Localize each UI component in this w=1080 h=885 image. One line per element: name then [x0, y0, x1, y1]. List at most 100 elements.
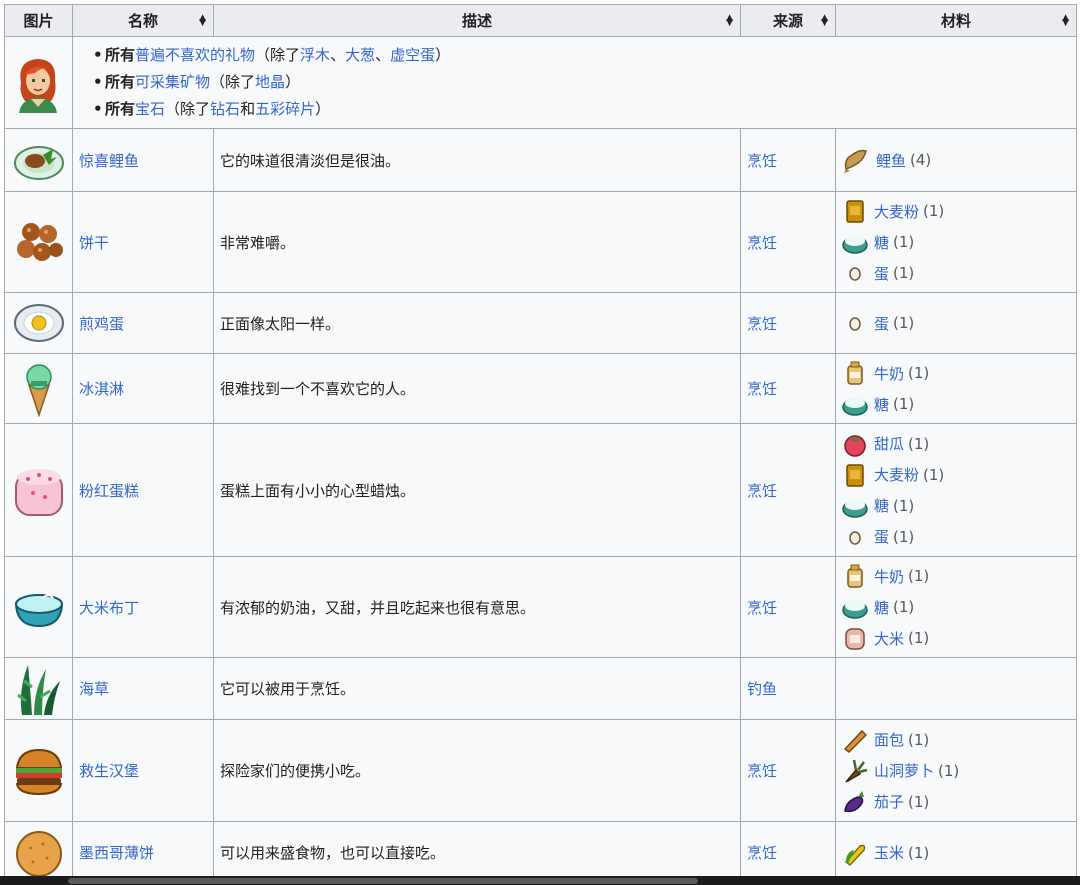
fried-egg-icon — [13, 304, 64, 342]
item-name-link[interactable]: 墨西哥薄饼 — [79, 844, 154, 862]
source-cell: 烹饪 — [740, 292, 836, 354]
ingredient-link[interactable]: 蛋 — [874, 263, 889, 284]
ingredient-item: 糖 (1) — [842, 592, 1070, 623]
item-name-link[interactable]: 粉红蛋糕 — [79, 482, 139, 500]
item-name-link[interactable]: 饼干 — [79, 234, 109, 252]
ingredient-item: 面包 (1) — [842, 724, 1070, 755]
ingredient-item: 鲤鱼 (4) — [842, 145, 1070, 176]
item-image-cell — [4, 292, 73, 354]
ingredient-count: (1) — [908, 792, 930, 811]
ingredient-link[interactable]: 牛奶 — [874, 363, 904, 384]
item-image-cell — [4, 821, 73, 884]
ingredients-cell: 鲤鱼 (4) — [835, 128, 1077, 192]
ingredient-item: 玉米 (1) — [842, 837, 1070, 868]
scrollbar-thumb[interactable] — [68, 878, 698, 884]
ingredient-count: (1) — [908, 730, 930, 749]
item-link[interactable]: 钻石 — [210, 100, 240, 118]
item-link[interactable]: 地晶 — [255, 73, 285, 91]
ingredient-link[interactable]: 牛奶 — [874, 566, 904, 587]
ingredient-link[interactable]: 糖 — [874, 394, 889, 415]
item-name-link[interactable]: 海草 — [79, 680, 109, 698]
header-ingredients[interactable]: 材料 ▲ ▼ — [835, 4, 1077, 37]
ingredients-cell: 大麦粉 (1) 糖 (1) 蛋 (1) — [835, 191, 1077, 293]
header-name[interactable]: 名称 ▲ ▼ — [72, 4, 214, 37]
ingredient-link[interactable]: 大麦粉 — [874, 201, 919, 222]
ingredient-link[interactable]: 甜瓜 — [874, 433, 904, 454]
item-name-link[interactable]: 救生汉堡 — [79, 762, 139, 780]
ingredient-link[interactable]: 蛋 — [874, 526, 889, 547]
source-cell: 烹饪 — [740, 556, 836, 658]
prefix-text: 所有 — [105, 46, 136, 64]
ingredient-link[interactable]: 糖 — [874, 232, 889, 253]
source-link[interactable]: 烹饪 — [747, 844, 777, 862]
description-text: 它的味道很清淡但是很油。 — [220, 151, 401, 170]
paren-text: ） — [285, 73, 301, 91]
source-cell: 烹饪 — [740, 353, 836, 424]
source-link[interactable]: 烹饪 — [747, 234, 777, 252]
source-link[interactable]: 钓鱼 — [747, 680, 777, 698]
ingredient-link[interactable]: 蛋 — [874, 313, 889, 334]
villager-portrait-icon — [19, 58, 57, 113]
sort-icon[interactable]: ▲ ▼ — [726, 13, 733, 27]
category-link[interactable]: 普遍不喜欢的礼物 — [135, 46, 255, 64]
item-name-link[interactable]: 大米布丁 — [79, 599, 139, 617]
ingredient-link[interactable]: 茄子 — [874, 791, 904, 812]
item-link[interactable]: 浮木 — [300, 46, 330, 64]
item-name-link[interactable]: 惊喜鲤鱼 — [79, 152, 139, 170]
ingredient-link[interactable]: 玉米 — [874, 842, 904, 863]
description-cell: 它的味道很清淡但是很油。 — [213, 128, 741, 192]
source-link[interactable]: 烹饪 — [747, 482, 777, 500]
item-image-cell — [4, 353, 73, 424]
category-link[interactable]: 可采集矿物 — [135, 73, 210, 91]
sort-icon[interactable]: ▲ ▼ — [199, 13, 206, 27]
cookies-icon — [16, 223, 63, 261]
ingredient-link[interactable]: 大麦粉 — [874, 464, 919, 485]
item-link[interactable]: 虚空蛋 — [390, 46, 435, 64]
burger-icon — [15, 748, 62, 795]
source-link[interactable]: 烹饪 — [747, 380, 777, 398]
separator: 、 — [330, 46, 346, 64]
table-row: 粉红蛋糕 蛋糕上面有小小的心型蜡烛。 烹饪 甜瓜 (1) 大麦粉 (1) 糖 (1) — [4, 423, 1077, 557]
header-label: 图片 — [23, 12, 54, 30]
wheat-flour-icon — [846, 200, 864, 223]
sort-icon[interactable]: ▲ ▼ — [821, 13, 828, 27]
description-text: 它可以被用于烹饪。 — [220, 680, 356, 698]
category-link[interactable]: 宝石 — [135, 100, 165, 118]
ingredient-count: (1) — [923, 465, 945, 484]
description-cell: 非常难嚼。 — [213, 191, 741, 293]
ingredient-item: 蛋 (1) — [842, 308, 1070, 339]
header-label: 描述 — [461, 12, 492, 30]
item-name-link[interactable]: 煎鸡蛋 — [79, 315, 124, 333]
table-row: 救生汉堡 探险家们的便携小吃。 烹饪 面包 (1) 山洞萝卜 (1) 茄子 (1) — [4, 719, 1077, 822]
header-source[interactable]: 来源 ▲ ▼ — [740, 4, 836, 37]
ingredient-link[interactable]: 糖 — [874, 495, 889, 516]
table-row: 饼干 非常难嚼。 烹饪 大麦粉 (1) 糖 (1) 蛋 (1) — [4, 191, 1077, 293]
header-description[interactable]: 描述 ▲ ▼ — [213, 4, 741, 37]
ingredient-link[interactable]: 鲤鱼 — [876, 150, 906, 171]
ingredient-link[interactable]: 山洞萝卜 — [874, 760, 934, 781]
item-name-link[interactable]: 冰淇淋 — [79, 380, 124, 398]
item-link[interactable]: 五彩碎片 — [255, 100, 315, 118]
ingredient-count: (1) — [893, 314, 915, 332]
loved-all-row: 所有普遍不喜欢的礼物（除了浮木、大葱、虚空蛋） 所有可采集矿物（除了地晶） 所有… — [4, 36, 1077, 129]
horizontal-scrollbar[interactable] — [0, 876, 1080, 885]
source-link[interactable]: 烹饪 — [747, 599, 777, 617]
source-link[interactable]: 烹饪 — [747, 315, 777, 333]
ingredients-cell: 牛奶 (1) 糖 (1) 大米 (1) — [835, 556, 1077, 658]
source-link[interactable]: 烹饪 — [747, 762, 777, 780]
prefix-text: 所有 — [105, 73, 136, 91]
source-link[interactable]: 烹饪 — [747, 152, 777, 170]
item-link[interactable]: 大葱 — [345, 46, 375, 64]
description-text: 正面像太阳一样。 — [220, 314, 341, 333]
table-row: 海草 它可以被用于烹饪。 钓鱼 — [4, 657, 1077, 720]
ingredient-link[interactable]: 糖 — [874, 597, 889, 618]
ingredient-item: 甜瓜 (1) — [842, 428, 1070, 459]
ingredient-link[interactable]: 大米 — [874, 628, 904, 649]
sugar-icon — [842, 398, 868, 416]
ingredient-link[interactable]: 面包 — [874, 729, 904, 750]
ingredients-cell: 甜瓜 (1) 大麦粉 (1) 糖 (1) 蛋 (1) — [835, 423, 1077, 557]
sort-icon[interactable]: ▲ ▼ — [1062, 13, 1069, 27]
gift-table: 图片 名称 ▲▼ 描述 ▲▼ 来源 ▲▼ 材料 ▲▼ 所有 — [4, 4, 1077, 884]
loved-all-list: 所有普遍不喜欢的礼物（除了浮木、大葱、虚空蛋） 所有可采集矿物（除了地晶） 所有… — [79, 42, 1070, 123]
cave-carrot-icon — [845, 759, 868, 783]
